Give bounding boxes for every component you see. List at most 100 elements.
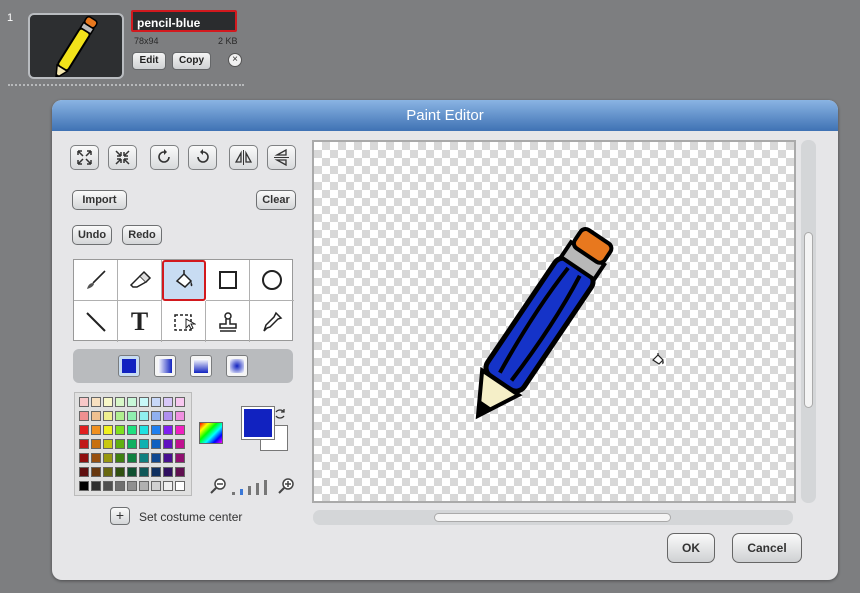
palette-swatch[interactable] xyxy=(91,453,101,463)
rotate-left-button[interactable] xyxy=(150,145,179,170)
costume-thumbnail[interactable] xyxy=(28,13,124,80)
palette-swatch[interactable] xyxy=(139,411,149,421)
palette-swatch[interactable] xyxy=(175,397,185,407)
palette-swatch[interactable] xyxy=(127,439,137,449)
vertical-scroll-thumb[interactable] xyxy=(804,232,813,408)
palette-swatch[interactable] xyxy=(103,481,113,491)
palette-swatch[interactable] xyxy=(127,397,137,407)
palette-swatch[interactable] xyxy=(79,467,89,477)
undo-button[interactable]: Undo xyxy=(72,225,112,245)
palette-swatch[interactable] xyxy=(79,453,89,463)
palette-swatch[interactable] xyxy=(163,425,173,435)
palette-swatch[interactable] xyxy=(163,481,173,491)
palette-swatch[interactable] xyxy=(127,411,137,421)
delete-costume-icon[interactable]: × xyxy=(228,53,242,67)
zoom-in-icon[interactable] xyxy=(278,477,296,495)
vertical-gradient-button[interactable] xyxy=(190,355,212,377)
palette-swatch[interactable] xyxy=(115,397,125,407)
palette-swatch[interactable] xyxy=(163,453,173,463)
palette-swatch[interactable] xyxy=(103,439,113,449)
horizontal-scrollbar[interactable] xyxy=(313,510,793,525)
stamp-tool[interactable] xyxy=(206,301,250,342)
palette-swatch[interactable] xyxy=(163,411,173,421)
palette-swatch[interactable] xyxy=(115,481,125,491)
eraser-tool[interactable] xyxy=(118,260,162,301)
copy-button[interactable]: Copy xyxy=(172,52,211,70)
eyedropper-tool[interactable] xyxy=(250,301,294,342)
cancel-button[interactable]: Cancel xyxy=(732,533,802,563)
horizontal-gradient-button[interactable] xyxy=(154,355,176,377)
swap-colors-icon[interactable] xyxy=(274,408,286,420)
text-tool[interactable]: T xyxy=(118,301,162,342)
palette-swatch[interactable] xyxy=(103,453,113,463)
zoom-out-icon[interactable] xyxy=(210,477,228,495)
palette-swatch[interactable] xyxy=(79,481,89,491)
select-tool[interactable] xyxy=(162,301,206,342)
palette-swatch[interactable] xyxy=(79,411,89,421)
title-bar[interactable]: Paint Editor xyxy=(52,100,838,131)
palette-swatch[interactable] xyxy=(103,411,113,421)
clear-button[interactable]: Clear xyxy=(256,190,296,210)
palette-swatch[interactable] xyxy=(103,397,113,407)
palette-swatch[interactable] xyxy=(103,425,113,435)
palette-swatch[interactable] xyxy=(91,439,101,449)
vertical-scrollbar[interactable] xyxy=(801,140,816,503)
palette-swatch[interactable] xyxy=(127,467,137,477)
fill-bucket-tool[interactable] xyxy=(162,260,206,301)
palette-swatch[interactable] xyxy=(151,397,161,407)
palette-swatch[interactable] xyxy=(175,481,185,491)
palette-swatch[interactable] xyxy=(175,467,185,477)
palette-swatch[interactable] xyxy=(91,481,101,491)
line-tool[interactable] xyxy=(74,301,118,342)
palette-swatch[interactable] xyxy=(91,425,101,435)
palette-swatch[interactable] xyxy=(139,453,149,463)
palette-swatch[interactable] xyxy=(79,439,89,449)
palette-swatch[interactable] xyxy=(151,481,161,491)
flip-horizontal-button[interactable] xyxy=(229,145,258,170)
palette-swatch[interactable] xyxy=(115,453,125,463)
palette-swatch[interactable] xyxy=(163,467,173,477)
zoom-level-indicator[interactable] xyxy=(232,477,274,495)
drawing-canvas[interactable] xyxy=(312,140,796,503)
color-picker-icon[interactable] xyxy=(199,422,223,444)
set-center-button[interactable]: + xyxy=(110,507,130,525)
costume-name-field[interactable]: pencil-blue xyxy=(131,10,237,32)
palette-swatch[interactable] xyxy=(151,453,161,463)
palette-swatch[interactable] xyxy=(115,425,125,435)
palette-swatch[interactable] xyxy=(151,411,161,421)
palette-swatch[interactable] xyxy=(139,397,149,407)
palette-swatch[interactable] xyxy=(163,439,173,449)
paintbrush-tool[interactable] xyxy=(74,260,118,301)
ok-button[interactable]: OK xyxy=(667,533,715,563)
palette-swatch[interactable] xyxy=(163,397,173,407)
palette-swatch[interactable] xyxy=(127,425,137,435)
palette-swatch[interactable] xyxy=(175,439,185,449)
shrink-button[interactable] xyxy=(108,145,137,170)
horizontal-scroll-thumb[interactable] xyxy=(434,513,671,522)
palette-swatch[interactable] xyxy=(79,425,89,435)
palette-swatch[interactable] xyxy=(91,467,101,477)
rectangle-tool[interactable] xyxy=(206,260,250,301)
flip-vertical-button[interactable] xyxy=(267,145,296,170)
solid-fill-button[interactable] xyxy=(118,355,140,377)
palette-swatch[interactable] xyxy=(127,481,137,491)
palette-swatch[interactable] xyxy=(151,467,161,477)
palette-swatch[interactable] xyxy=(115,411,125,421)
palette-swatch[interactable] xyxy=(79,397,89,407)
palette-swatch[interactable] xyxy=(91,397,101,407)
rotate-right-button[interactable] xyxy=(188,145,217,170)
palette-swatch[interactable] xyxy=(151,439,161,449)
palette-swatch[interactable] xyxy=(127,453,137,463)
foreground-color-swatch[interactable] xyxy=(241,406,275,440)
edit-button[interactable]: Edit xyxy=(132,52,166,70)
palette-swatch[interactable] xyxy=(115,439,125,449)
palette-swatch[interactable] xyxy=(139,481,149,491)
palette-swatch[interactable] xyxy=(175,425,185,435)
palette-swatch[interactable] xyxy=(115,467,125,477)
palette-swatch[interactable] xyxy=(151,425,161,435)
palette-swatch[interactable] xyxy=(139,467,149,477)
grow-button[interactable] xyxy=(70,145,99,170)
palette-swatch[interactable] xyxy=(139,425,149,435)
ellipse-tool[interactable] xyxy=(250,260,294,301)
palette-swatch[interactable] xyxy=(91,411,101,421)
